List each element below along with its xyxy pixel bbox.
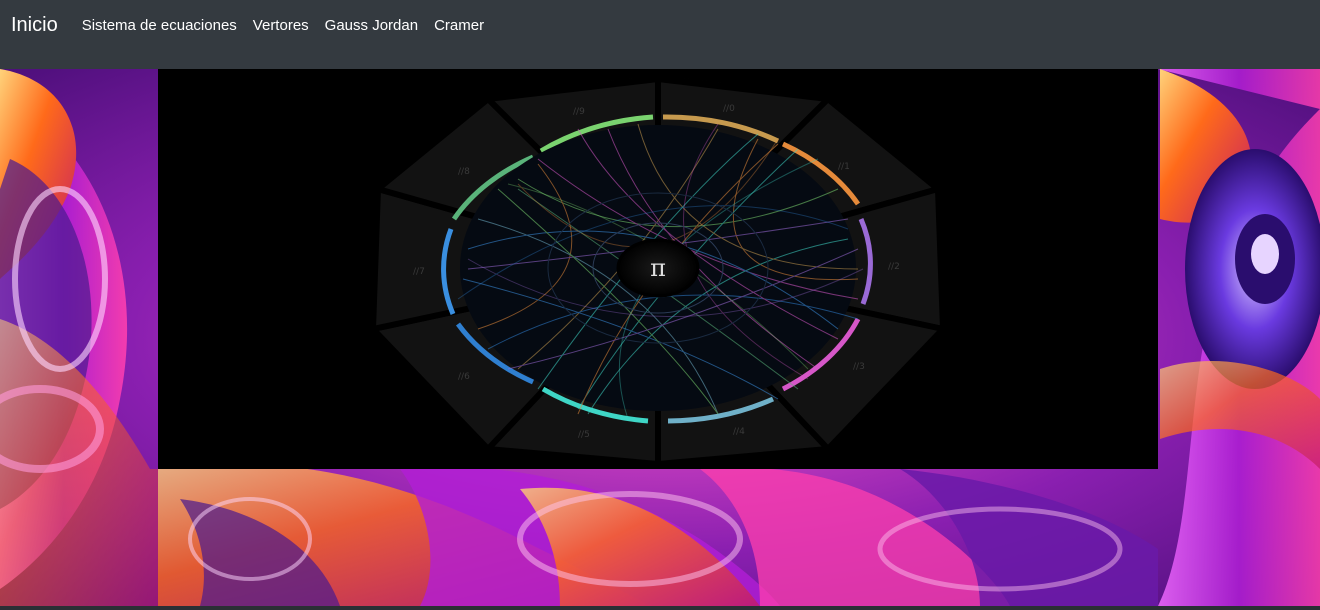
page-bottom-edge bbox=[0, 606, 1320, 610]
segment-label-5: //5 bbox=[578, 430, 590, 440]
nav-item-gauss-jordan: Gauss Jordan bbox=[325, 17, 434, 35]
nav-link-vertores[interactable]: Vertores bbox=[253, 17, 309, 34]
segment-label-8: //8 bbox=[458, 167, 470, 177]
segment-label-7: //7 bbox=[413, 267, 425, 277]
nav-link-sistema-de-ecuaciones[interactable]: Sistema de ecuaciones bbox=[82, 17, 237, 34]
top-navbar: Inicio Sistema de ecuaciones Vertores Ga… bbox=[0, 0, 1320, 69]
segment-label-4: //4 bbox=[733, 427, 745, 437]
segment-label-3: //3 bbox=[853, 362, 865, 372]
pi-chord-diagram: π //0 //1 //2 //3 //4 //5 //6 //7 //8 //… bbox=[158, 69, 1158, 469]
pi-visualization-image: π //0 //1 //2 //3 //4 //5 //6 //7 //8 //… bbox=[158, 69, 1158, 469]
nav-item-vertores: Vertores bbox=[253, 17, 325, 35]
segment-label-2: //2 bbox=[888, 262, 900, 272]
segment-label-1: //1 bbox=[838, 162, 850, 172]
nav-links: Sistema de ecuaciones Vertores Gauss Jor… bbox=[82, 17, 500, 35]
nav-link-gauss-jordan[interactable]: Gauss Jordan bbox=[325, 17, 418, 34]
nav-item-cramer: Cramer bbox=[434, 17, 500, 35]
segment-label-6: //6 bbox=[458, 372, 470, 382]
segment-label-9: //9 bbox=[573, 107, 585, 117]
nav-link-cramer[interactable]: Cramer bbox=[434, 17, 484, 34]
nav-item-sistema: Sistema de ecuaciones bbox=[82, 17, 253, 35]
segment-label-0: //0 bbox=[723, 104, 735, 114]
pi-symbol: π bbox=[650, 254, 666, 282]
brand-home-link[interactable]: Inicio bbox=[11, 15, 58, 35]
